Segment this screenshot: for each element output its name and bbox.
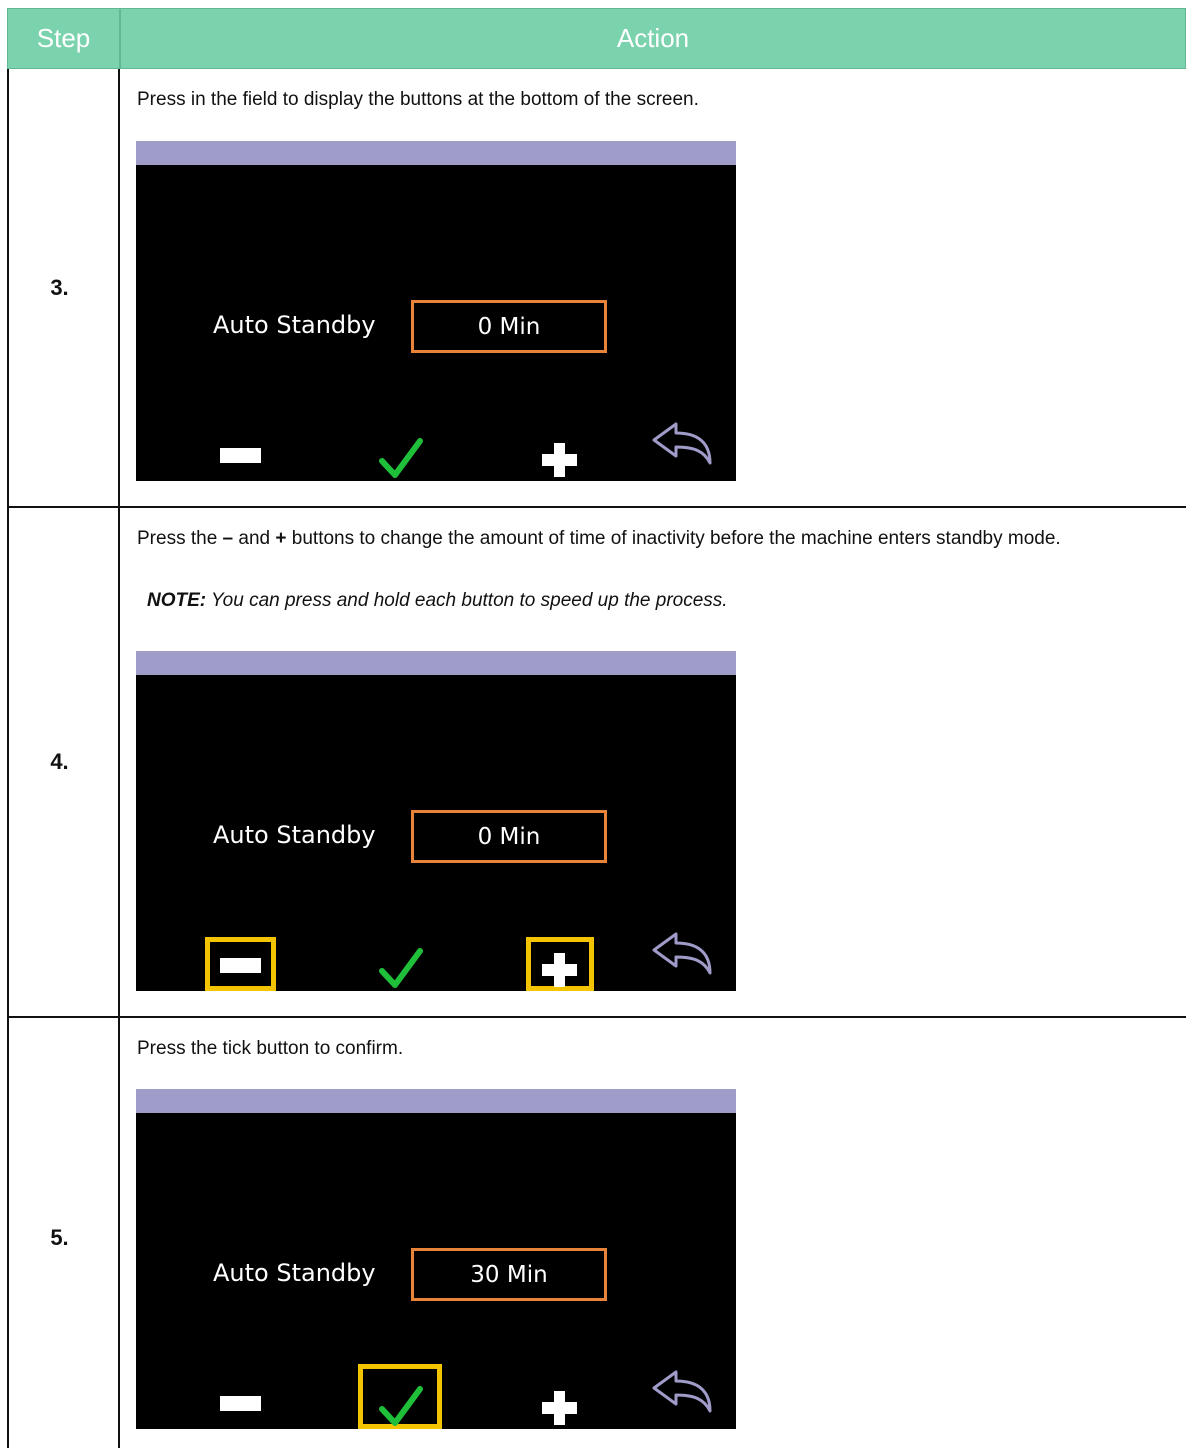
step-number: 3. [50, 274, 69, 300]
tick-icon[interactable] [379, 947, 423, 991]
device-screen: Auto Standby 0 Min [136, 651, 736, 991]
back-arrow-icon[interactable] [652, 1369, 714, 1415]
step-cell: 3. [7, 69, 120, 506]
setting-value-field[interactable]: 0 Min [411, 810, 607, 863]
table-row: 4. Press the – and + buttons to change t… [7, 508, 1186, 1018]
table-row: 3. Press in the field to display the but… [7, 69, 1186, 508]
action-cell: Press the – and + buttons to change the … [120, 508, 1186, 1016]
setting-label: Auto Standby [213, 821, 376, 849]
setting-label: Auto Standby [213, 1259, 376, 1287]
action-cell: Press in the field to display the button… [120, 69, 1186, 506]
instruction-text: Press the tick button to confirm. [137, 1038, 404, 1059]
step-cell: 4. [7, 508, 120, 1016]
back-arrow-icon[interactable] [652, 931, 714, 977]
tick-icon[interactable] [379, 437, 423, 481]
device-screen: Auto Standby 30 Min [136, 1089, 736, 1429]
screen-title-bar [136, 141, 736, 165]
minus-icon[interactable] [220, 958, 261, 973]
minus-icon[interactable] [220, 448, 261, 463]
back-arrow-icon[interactable] [652, 421, 714, 467]
screen-title-bar [136, 651, 736, 675]
header-action: Action [120, 8, 1186, 69]
action-cell: Press the tick button to confirm. Auto S… [120, 1018, 1186, 1448]
tick-icon[interactable] [379, 1385, 423, 1429]
instruction-text: Press in the field to display the button… [137, 89, 699, 110]
table-row: 5. Press the tick button to confirm. Aut… [7, 1018, 1186, 1448]
note-text: NOTE: You can press and hold each button… [147, 590, 728, 611]
setting-value-field[interactable]: 30 Min [411, 1248, 607, 1301]
device-screen: Auto Standby 0 Min [136, 141, 736, 481]
setting-label: Auto Standby [213, 311, 376, 339]
step-cell: 5. [7, 1018, 120, 1448]
instruction-text: Press the – and + buttons to change the … [137, 528, 1061, 549]
step-number: 4. [50, 749, 69, 774]
screen-title-bar [136, 1089, 736, 1113]
minus-icon[interactable] [220, 1396, 261, 1411]
setting-value-field[interactable]: 0 Min [411, 300, 607, 353]
header-step: Step [7, 8, 120, 69]
step-number: 5. [50, 1225, 69, 1250]
